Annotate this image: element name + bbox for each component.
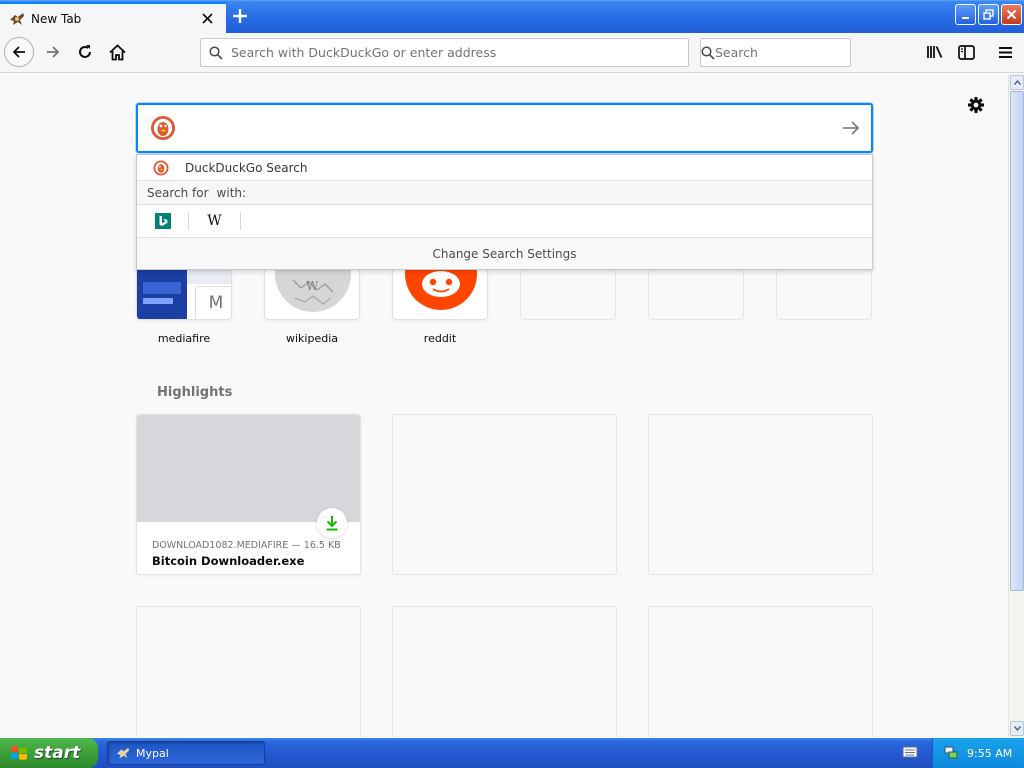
arrow-left-icon: [12, 46, 25, 58]
navigation-toolbar: [0, 33, 1024, 73]
suggestion-ddg-search[interactable]: DuckDuckGo Search: [137, 155, 872, 181]
close-window-button[interactable]: [1001, 4, 1022, 25]
search-engines-row: W: [137, 205, 872, 238]
sidebar-icon: [957, 44, 975, 60]
topsite-thumbnail: [392, 270, 488, 320]
vertical-scrollbar[interactable]: [1008, 74, 1024, 738]
app-favicon-icon: [116, 747, 130, 759]
network-icon[interactable]: [943, 745, 959, 761]
library-button[interactable]: [920, 37, 950, 67]
highlight-card-empty: [392, 414, 617, 575]
tab-title: New Tab: [31, 11, 82, 26]
taskbar-item-mypal[interactable]: Mypal: [107, 741, 265, 765]
topsite-empty[interactable]: [648, 270, 744, 332]
url-input[interactable]: [231, 45, 688, 60]
keyboard-icon[interactable]: [902, 745, 918, 759]
start-button[interactable]: start: [0, 738, 98, 768]
minimize-button[interactable]: [955, 4, 976, 25]
scroll-up-icon[interactable]: [1010, 75, 1024, 90]
highlight-card-empty: [648, 606, 873, 738]
highlight-card-empty: [648, 414, 873, 575]
home-icon: [108, 43, 126, 60]
wikipedia-icon: W: [207, 213, 222, 229]
app-favicon-icon: [10, 12, 24, 25]
arrow-right-icon: [843, 121, 860, 135]
search-icon: [201, 45, 231, 60]
search-for-label: Search for: [147, 185, 209, 200]
search-suggestions-dropdown: DuckDuckGo Search Search for with: W Cha…: [136, 154, 873, 270]
menu-button[interactable]: [990, 37, 1020, 67]
hamburger-icon: [998, 46, 1012, 58]
system-tray: 9:55 AM: [932, 738, 1024, 768]
title-bar: New Tab: [0, 0, 1024, 33]
with-label: with:: [216, 185, 247, 200]
suggestion-label: DuckDuckGo Search: [185, 160, 308, 175]
scroll-down-icon[interactable]: [1010, 721, 1024, 736]
highlight-card-empty: [136, 606, 361, 738]
highlights-heading: Highlights: [157, 385, 233, 400]
topsite-label: mediafire: [157, 332, 211, 345]
highlight-meta: DOWNLOAD1082.MEDIAFIRE — 16.5 KB: [152, 540, 341, 551]
settings-gear-icon[interactable]: [965, 94, 987, 116]
page-search-box[interactable]: [136, 103, 873, 153]
highlight-title: Bitcoin Downloader.exe: [152, 554, 305, 568]
topsite-label: reddit: [423, 332, 457, 345]
search-go-button[interactable]: [831, 108, 871, 148]
new-tab-page: M mediafire W wikipedia reddit DuckDuckG…: [0, 74, 1008, 738]
topsite-placeholder: [648, 270, 744, 320]
back-button[interactable]: [4, 37, 34, 67]
tab-new-tab[interactable]: New Tab: [0, 2, 226, 33]
close-tab-icon[interactable]: [196, 8, 218, 30]
download-icon[interactable]: [317, 508, 347, 538]
highlight-card-empty: [392, 606, 617, 738]
restore-icon: [983, 9, 994, 20]
engine-bing-button[interactable]: [137, 212, 189, 230]
topsite-thumbnail: W: [264, 270, 360, 320]
highlight-thumbnail: [137, 415, 360, 522]
change-search-settings-button[interactable]: Change Search Settings: [137, 238, 872, 269]
url-bar[interactable]: [200, 38, 689, 67]
engine-wikipedia-button[interactable]: W: [189, 212, 241, 230]
topsite-empty[interactable]: [776, 270, 872, 332]
wikipedia-globe-icon: W: [275, 270, 351, 312]
new-tab-button[interactable]: [228, 5, 252, 27]
reddit-logo-icon: [405, 270, 477, 310]
topsite-reddit[interactable]: reddit: [392, 270, 488, 345]
home-button[interactable]: [102, 37, 132, 67]
library-icon: [927, 46, 943, 58]
topsite-empty[interactable]: [520, 270, 616, 332]
topsite-badge: M: [195, 286, 231, 319]
arrow-right-icon: [47, 46, 60, 58]
scrollbar-thumb[interactable]: [1010, 91, 1024, 591]
reload-button[interactable]: [70, 37, 100, 67]
windows-flag-icon: [11, 746, 27, 760]
close-icon: [1006, 9, 1017, 20]
start-label: start: [34, 743, 81, 763]
restore-button[interactable]: [978, 4, 999, 25]
topsite-mediafire[interactable]: M mediafire: [136, 270, 232, 345]
forward-button[interactable]: [38, 37, 68, 67]
windows-taskbar: start Mypal 9:55 AM: [0, 738, 1024, 768]
topsite-placeholder: [520, 270, 616, 320]
page-search-input[interactable]: [186, 119, 831, 137]
taskbar-clock: 9:55 AM: [967, 746, 1013, 760]
reload-icon: [79, 45, 91, 58]
search-icon: [701, 45, 715, 60]
search-bar[interactable]: [700, 38, 871, 67]
topsite-label: wikipedia: [285, 332, 338, 345]
plus-icon: [233, 9, 247, 23]
topsite-placeholder: [776, 270, 872, 320]
search-input[interactable]: [715, 45, 871, 60]
search-for-row: Search for with:: [137, 181, 872, 205]
topsite-wikipedia[interactable]: W wikipedia: [264, 270, 360, 345]
taskbar-item-label: Mypal: [136, 746, 169, 760]
minimize-icon: [961, 16, 969, 19]
svg-text:W: W: [306, 279, 319, 293]
sidebar-button[interactable]: [951, 37, 981, 67]
topsite-thumbnail: M: [136, 270, 232, 320]
duckduckgo-icon: [151, 116, 175, 140]
bing-icon: [154, 213, 171, 229]
duckduckgo-icon: [153, 160, 169, 175]
highlight-card-download[interactable]: DOWNLOAD1082.MEDIAFIRE — 16.5 KB Bitcoin…: [136, 414, 361, 575]
